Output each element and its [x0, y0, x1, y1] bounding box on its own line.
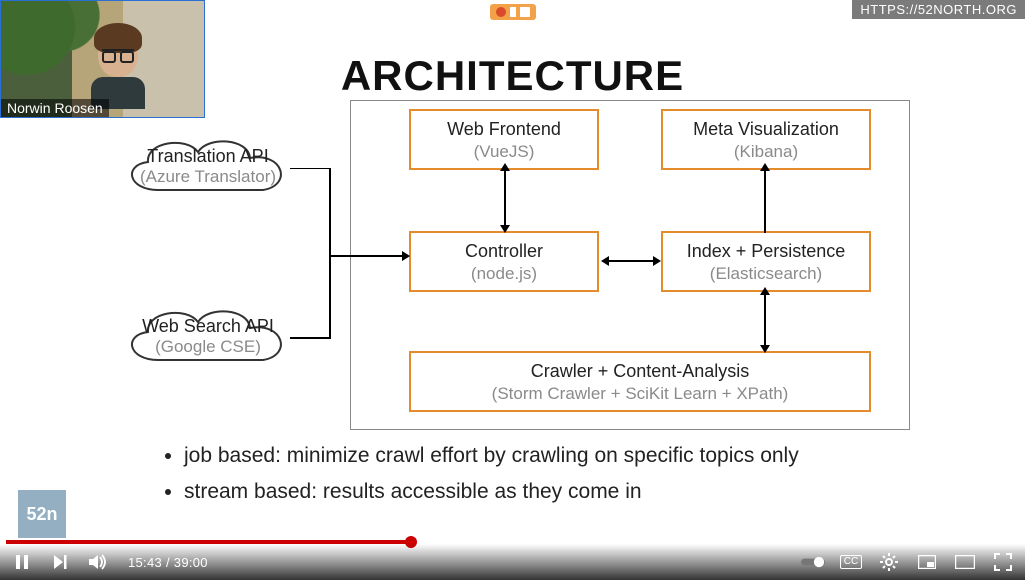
video-controls: 15:43 / 39:00 CC — [0, 544, 1025, 580]
settings-button[interactable] — [877, 550, 901, 574]
watermark-logo: 52n — [18, 490, 66, 538]
box-title: Crawler + Content-Analysis — [417, 361, 863, 382]
url-badge: HTTPS://52NORTH.ORG — [852, 0, 1025, 19]
connector-search-controller — [290, 256, 410, 346]
presenter-webcam: Norwin Roosen — [0, 0, 205, 118]
box-subtitle: (VueJS) — [417, 142, 591, 162]
current-time: 15:43 — [128, 555, 162, 570]
connector-translate-controller — [290, 168, 410, 268]
gear-icon — [880, 553, 898, 571]
bullet-item: stream based: results accessible as they… — [184, 480, 965, 504]
architecture-diagram: Web Frontend (VueJS) Meta Visualization … — [350, 100, 910, 430]
arrow-controller-index — [601, 253, 661, 269]
presenter-name: Norwin Roosen — [1, 99, 109, 117]
box-index-persistence: Index + Persistence (Elasticsearch) — [661, 231, 871, 292]
theater-icon — [955, 555, 975, 569]
time-separator: / — [162, 555, 174, 570]
fullscreen-icon — [994, 553, 1012, 571]
fullscreen-button[interactable] — [991, 550, 1015, 574]
arrow-frontend-controller — [497, 163, 513, 233]
box-subtitle: (Elasticsearch) — [669, 264, 863, 284]
box-title: Controller — [417, 241, 591, 262]
volume-button[interactable] — [86, 550, 110, 574]
video-time: 15:43 / 39:00 — [128, 555, 208, 570]
box-subtitle: (Storm Crawler + SciKit Learn + XPath) — [417, 384, 863, 404]
autoplay-toggle[interactable] — [801, 550, 825, 574]
arrow-index-meta — [757, 163, 773, 233]
slide-logo-chip — [490, 4, 536, 20]
toggle-icon — [801, 555, 825, 569]
slide: HTTPS://52NORTH.ORG ARCHITECTURE Norwin … — [0, 0, 1025, 580]
cloud-sublabel: (Google CSE) — [108, 337, 308, 357]
slide-bullets: job based: minimize crawl effort by craw… — [160, 444, 965, 516]
box-subtitle: (node.js) — [417, 264, 591, 284]
cloud-translation-api: Translation API (Azure Translator) — [108, 130, 308, 208]
box-title: Index + Persistence — [669, 241, 863, 262]
pause-icon — [13, 553, 31, 571]
cloud-sublabel: (Azure Translator) — [108, 167, 308, 187]
next-button[interactable] — [48, 550, 72, 574]
play-pause-button[interactable] — [10, 550, 34, 574]
theater-button[interactable] — [953, 550, 977, 574]
arrow-index-crawler — [757, 287, 773, 353]
bullet-item: job based: minimize crawl effort by craw… — [184, 444, 965, 468]
miniplayer-icon — [918, 555, 936, 569]
next-icon — [51, 553, 69, 571]
cc-icon: CC — [840, 555, 862, 569]
box-title: Web Frontend — [417, 119, 591, 140]
duration: 39:00 — [174, 555, 208, 570]
miniplayer-button[interactable] — [915, 550, 939, 574]
box-title: Meta Visualization — [669, 119, 863, 140]
volume-icon — [88, 553, 108, 571]
box-controller: Controller (node.js) — [409, 231, 599, 292]
box-subtitle: (Kibana) — [669, 142, 863, 162]
cloud-label: Translation API — [108, 146, 308, 167]
captions-button[interactable]: CC — [839, 550, 863, 574]
box-web-frontend: Web Frontend (VueJS) — [409, 109, 599, 170]
box-meta-visualization: Meta Visualization (Kibana) — [661, 109, 871, 170]
cloud-label: Web Search API — [108, 316, 308, 337]
box-crawler: Crawler + Content-Analysis (Storm Crawle… — [409, 351, 871, 412]
cloud-web-search-api: Web Search API (Google CSE) — [108, 300, 308, 378]
